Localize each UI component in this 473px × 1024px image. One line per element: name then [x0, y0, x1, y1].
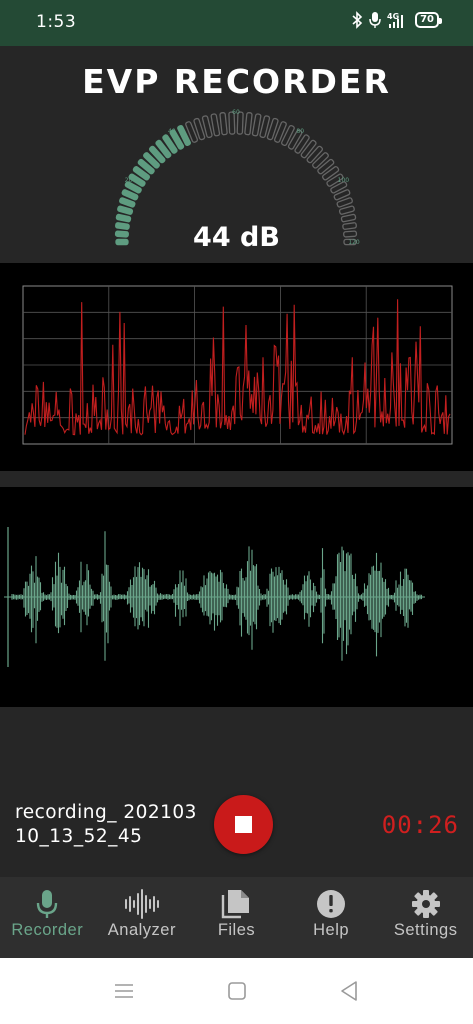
gauge-scale-label: 100: [338, 177, 350, 184]
nav-help[interactable]: Help: [284, 877, 379, 958]
nav-help-label: Help: [313, 921, 350, 939]
nav-settings[interactable]: Settings: [378, 877, 473, 958]
waveform-panel: [0, 487, 473, 707]
gauge-scale-label: 20: [125, 177, 133, 184]
frequency-spectrum-graph: [22, 285, 453, 445]
nav-recorder[interactable]: Recorder: [0, 877, 95, 958]
files-icon: [222, 890, 250, 919]
gauge-segment: [210, 113, 221, 137]
recording-timer: 00:26: [381, 811, 459, 839]
spectrum-trace: [24, 299, 451, 436]
stop-icon: [235, 816, 252, 833]
waveform-icon: [124, 889, 159, 919]
gauge-segment: [244, 112, 253, 136]
nav-settings-label: Settings: [393, 921, 458, 939]
decibel-readout: 44 dB: [193, 222, 280, 253]
recording-filename: recording_ 20210310_13_52_45: [15, 802, 197, 847]
spectrum-panel: [0, 263, 473, 471]
gauge-scale-label: 60: [232, 109, 240, 116]
gauge-segment: [317, 158, 335, 175]
gauge-scale-label: 80: [296, 128, 304, 135]
back-icon[interactable]: [334, 976, 364, 1006]
gauge-segment: [281, 124, 295, 147]
gauge-segment: [312, 152, 329, 169]
gauge-segment: [340, 213, 357, 223]
nav-files[interactable]: Files: [189, 877, 284, 958]
decibel-gauge: 020406080100120: [114, 109, 360, 246]
waveform-trace: [11, 531, 423, 661]
nav-recorder-label: Recorder: [11, 921, 84, 939]
gauge-segment: [294, 134, 310, 154]
stop-recording-button[interactable]: [214, 795, 273, 854]
nav-files-label: Files: [217, 921, 256, 939]
nav-analyzer-label: Analyzer: [107, 921, 176, 939]
mic-icon: [37, 890, 58, 918]
menu-icon[interactable]: [109, 976, 139, 1006]
help-icon: [317, 890, 346, 918]
gauge-segment: [251, 113, 262, 137]
system-navigation-bar: [0, 958, 473, 1024]
gauge-segment: [300, 139, 317, 159]
audio-waveform: [4, 527, 425, 667]
gear-icon: [411, 890, 440, 918]
gauge-segment: [274, 121, 287, 143]
gauge-segment: [306, 145, 324, 164]
gauge-segment: [115, 213, 132, 223]
gauge-segment: [219, 112, 228, 136]
gauge-scale-label: 40: [168, 128, 176, 135]
home-icon[interactable]: [222, 976, 252, 1006]
nav-analyzer[interactable]: Analyzer: [95, 877, 190, 958]
bottom-navigation: Recorder Analyzer Files Help Settings: [0, 877, 473, 958]
